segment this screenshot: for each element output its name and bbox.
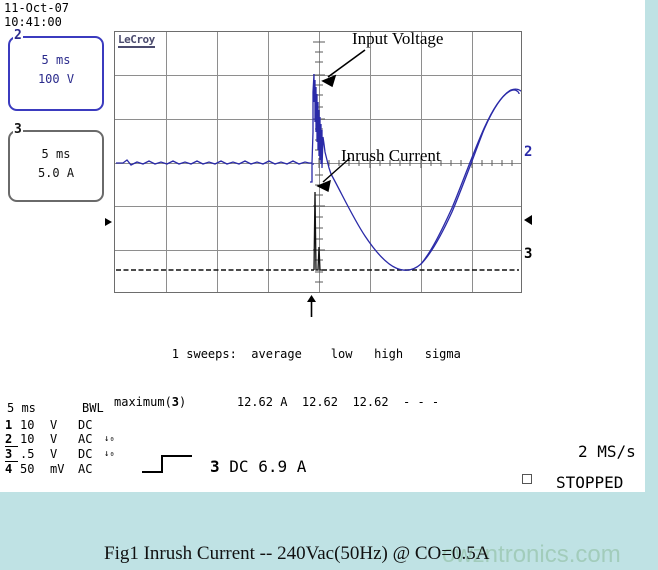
measurement-sweeps: 1 sweeps:	[171, 347, 237, 361]
channel-row-1[interactable]: 1 10 V DC	[5, 418, 120, 432]
channel-4-number: 4	[5, 462, 13, 476]
figure-caption: Fig1 Inrush Current -- 240Vac(50Hz) @ CO…	[104, 543, 490, 564]
measurement-col-sigma: sigma	[424, 347, 461, 361]
channel-offset-marker-left	[105, 218, 112, 226]
channel-1-coupling: DC	[78, 418, 93, 432]
timestamp: 11-Oct-07 10:41:00	[4, 1, 69, 29]
waveform-traces	[116, 41, 521, 283]
timestamp-time: 10:41:00	[4, 15, 62, 29]
channel-2-unit: V	[50, 432, 58, 446]
annotation-input-voltage: Input Voltage	[352, 29, 444, 48]
channel-2-number: 2	[5, 432, 13, 446]
trigger-source-channel: 3	[210, 457, 220, 476]
channel-1-unit: V	[50, 418, 58, 432]
rising-edge-trigger-icon[interactable]	[140, 452, 202, 474]
channel-4-symbol	[104, 462, 120, 477]
channel-2-trace-marker[interactable]: 2	[524, 144, 532, 160]
channel-3-number: 3	[5, 446, 18, 462]
status-timebase[interactable]: 5 ms	[7, 401, 36, 415]
channel-settings-table: 1 10 V DC 2 10 V AC ↓₀ 3 .5 V DC ↓₀ 4 50…	[5, 418, 120, 476]
channel-4-value: 50	[20, 461, 35, 476]
channel-1-symbol	[104, 418, 120, 432]
scope-window: 11-Oct-07 10:41:00 2 5 ms 100 V 3 5 ms 5…	[0, 0, 645, 492]
channel-3-box-label: 3	[13, 122, 23, 137]
channel-3-trace-marker[interactable]: 3	[524, 246, 532, 262]
channel-3-scale: 5.0 A	[37, 166, 75, 180]
acquisition-state-icon[interactable]	[522, 474, 532, 484]
channel-2-coupling: AC	[78, 432, 93, 446]
trigger-readout[interactable]: 3 DC 6.9 A	[210, 457, 306, 476]
channel-1-value: 10	[20, 418, 35, 432]
channel-2-box-label: 2	[13, 28, 23, 43]
channel-2-value: 10	[20, 432, 35, 446]
sample-rate-readout: 2 MS/s	[578, 442, 636, 461]
channel-3-value: .5	[20, 446, 35, 461]
status-panel: 5 ms BWL 1 10 V DC 2 10 V AC ↓₀ 3 .5 V D…	[0, 398, 645, 492]
channel-3-timebase: 5 ms	[41, 147, 71, 161]
channel-1-number: 1	[5, 418, 13, 432]
channel-3-coupling: DC	[78, 446, 93, 461]
measurement-header-row: 1 sweeps: average low high sigma	[114, 346, 461, 362]
status-bandwidth-limit-label[interactable]: BWL	[82, 401, 104, 415]
channel-row-3[interactable]: 3 .5 V DC ↓₀	[5, 446, 120, 462]
channel-3-descriptor-box[interactable]: 3 5 ms 5.0 A	[8, 123, 104, 202]
channel-2-scale: 100 V	[37, 72, 75, 86]
annotation-inrush-current: Inrush Current	[341, 146, 441, 165]
channel-4-unit: mV	[50, 461, 65, 476]
channel-2-symbol: ↓₀	[104, 434, 115, 444]
input-voltage-arrow	[321, 49, 366, 88]
measurement-col-low: low	[330, 347, 353, 361]
timestamp-date: 11-Oct-07	[4, 1, 70, 15]
trigger-coupling: DC	[229, 457, 249, 476]
channel-3-symbol: ↓₀	[104, 448, 115, 459]
channel-2-timebase: 5 ms	[41, 53, 71, 67]
measurement-col-high: high	[374, 347, 404, 361]
measurement-col-average: average	[251, 347, 302, 361]
channel-row-4[interactable]: 4 50 mV AC	[5, 462, 120, 477]
channel-3-unit: V	[50, 446, 58, 461]
channel-4-coupling: AC	[78, 461, 93, 476]
acquisition-state-label: STOPPED	[556, 473, 624, 492]
channel-2-descriptor-box[interactable]: 2 5 ms 100 V	[8, 29, 104, 111]
trigger-level-marker-icon	[524, 215, 532, 225]
channel-row-2[interactable]: 2 10 V AC ↓₀	[5, 432, 120, 447]
trigger-level: 6.9 A	[258, 457, 307, 476]
waveform-graticule[interactable]: LeCroy	[114, 31, 522, 293]
